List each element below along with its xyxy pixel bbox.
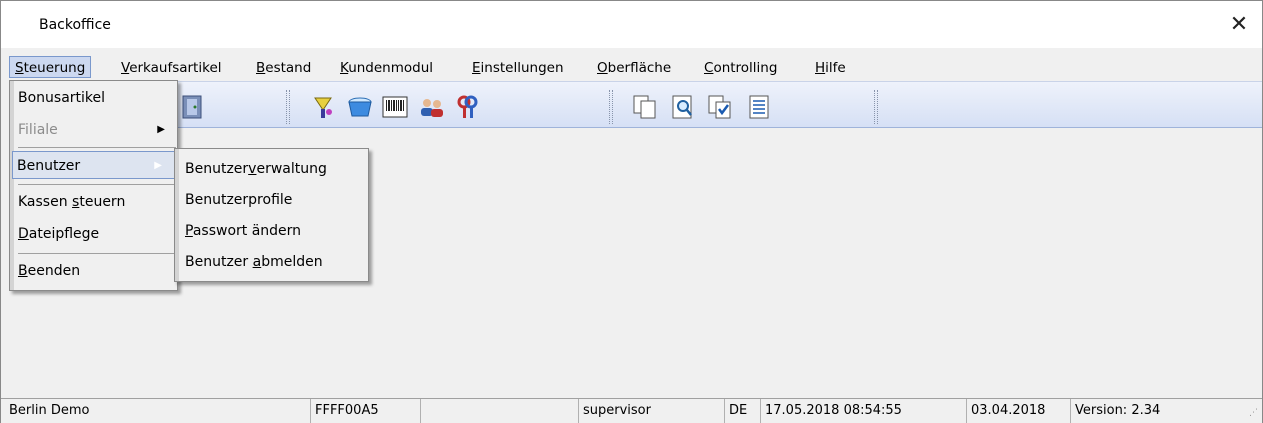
submenu-item-benutzerprofile[interactable]: Benutzerprofile (185, 185, 292, 215)
menu-einstellungen[interactable]: Einstellungen (467, 57, 569, 79)
menu-bar: Steuerung Verkaufsartikel Bestand Kunden… (1, 53, 1262, 79)
resize-grip-icon[interactable]: ⋰ (1249, 408, 1258, 418)
status-date: 03.04.2018 (967, 399, 1071, 423)
menu-bestand[interactable]: Bestand (251, 57, 316, 79)
users-icon[interactable] (418, 94, 446, 120)
status-user: supervisor (579, 399, 725, 423)
exit-door-icon[interactable] (179, 94, 207, 120)
menu-separator (18, 147, 176, 148)
basket-icon[interactable] (346, 94, 374, 120)
toolbar (9, 81, 1262, 128)
menu-hilfe[interactable]: Hilfe (810, 57, 851, 79)
keys-icon[interactable] (453, 94, 481, 120)
menu-item-dateipflege[interactable]: Dateipflege (14, 220, 177, 248)
menu-kundenmodul[interactable]: Kundenmodul (335, 57, 438, 79)
status-version: Version: 2.34 (1075, 403, 1161, 418)
menu-item-filiale: Filiale ▶ (14, 116, 177, 144)
barcode-icon[interactable] (381, 94, 409, 120)
menu-item-beenden[interactable]: Beenden (14, 257, 177, 285)
menu-verkaufsartikel[interactable]: Verkaufsartikel (116, 57, 227, 79)
window-title: Backoffice (39, 17, 111, 33)
status-branch: Berlin Demo (5, 399, 311, 423)
toolbar-grip[interactable] (874, 90, 878, 124)
status-datetime: 17.05.2018 08:54:55 (761, 399, 967, 423)
search-doc-icon[interactable] (669, 94, 697, 120)
submenu-arrow-icon: ▶ (154, 160, 162, 171)
list-doc-icon[interactable] (745, 94, 773, 120)
submenu-item-benutzerverwaltung[interactable]: Benutzerverwaltung (185, 154, 327, 184)
checked-doc-icon[interactable] (706, 94, 734, 120)
menu-item-bonusartikel[interactable]: Bonusartikel (14, 84, 177, 112)
benutzer-submenu: Benutzerverwaltung Benutzerprofile Passw… (174, 148, 369, 282)
status-bar: Berlin Demo FFFF00A5 supervisor DE 17.05… (1, 398, 1262, 423)
menu-separator (18, 253, 176, 254)
menu-item-benutzer[interactable]: Benutzer ▶ (12, 151, 175, 179)
steuerung-dropdown-menu: Bonusartikel Filiale ▶ Benutzer ▶ Kassen… (9, 80, 178, 291)
menu-steuerung[interactable]: Steuerung (9, 56, 92, 78)
menu-controlling[interactable]: Controlling (699, 57, 782, 79)
close-button[interactable]: ✕ (1216, 1, 1262, 48)
wand-icon[interactable] (309, 94, 337, 120)
title-bar: Backoffice ✕ (1, 1, 1262, 48)
status-code: FFFF00A5 (311, 399, 421, 423)
toolbar-grip[interactable] (286, 90, 290, 124)
submenu-arrow-icon: ▶ (157, 124, 165, 135)
menu-item-kassen-steuern[interactable]: Kassen steuern (14, 188, 177, 216)
menu-oberflaeche[interactable]: Oberfläche (592, 57, 676, 79)
menu-gutter (175, 149, 179, 281)
copy-pages-icon[interactable] (631, 94, 659, 120)
submenu-item-passwort-aendern[interactable]: Passwort ändern (185, 216, 301, 246)
toolbar-grip[interactable] (609, 90, 613, 124)
app-window: Backoffice ✕ Steuerung Verkaufsartikel B… (0, 0, 1263, 423)
status-empty (421, 399, 579, 423)
menu-separator (18, 184, 176, 185)
status-language: DE (725, 399, 761, 423)
submenu-item-benutzer-abmelden[interactable]: Benutzer abmelden (185, 247, 323, 277)
